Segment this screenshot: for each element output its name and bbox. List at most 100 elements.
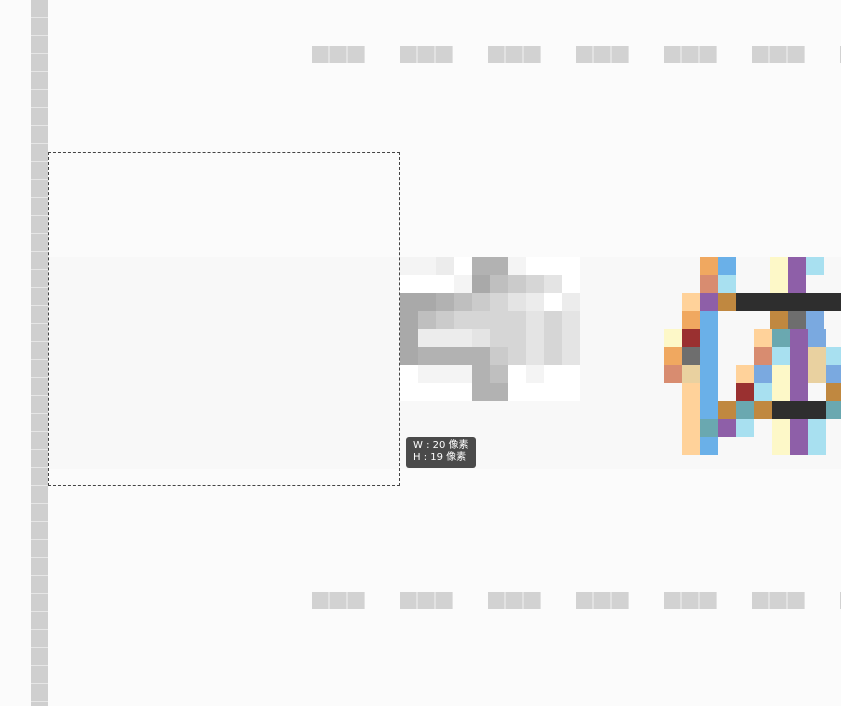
gray-pixel xyxy=(472,257,490,275)
color-pixel xyxy=(754,329,772,347)
color-pixel xyxy=(808,293,826,311)
color-pixel xyxy=(772,419,790,437)
gray-pixel xyxy=(436,329,454,347)
gray-pixel xyxy=(436,293,454,311)
color-pixel xyxy=(736,419,754,437)
color-pixel xyxy=(788,257,806,275)
gray-pixel xyxy=(472,365,490,383)
color-pixel xyxy=(700,437,718,455)
gray-pixel xyxy=(490,257,508,275)
color-pixel xyxy=(754,293,772,311)
gray-pixel xyxy=(562,293,580,311)
color-pixel xyxy=(682,419,700,437)
color-pixel xyxy=(788,275,806,293)
color-pixel xyxy=(790,329,808,347)
color-pixel xyxy=(826,365,841,383)
gray-pixel xyxy=(472,329,490,347)
gray-pixel xyxy=(544,311,562,329)
color-pixel xyxy=(808,329,826,347)
gray-pixel xyxy=(526,329,544,347)
gray-pixel xyxy=(400,365,418,383)
gray-pixel xyxy=(508,311,526,329)
gray-pixel xyxy=(490,329,508,347)
color-pixel xyxy=(772,383,790,401)
color-pixel xyxy=(700,329,718,347)
color-pixel xyxy=(718,257,736,275)
gray-pixel xyxy=(544,383,562,401)
gray-pixel xyxy=(418,329,436,347)
gray-pixel xyxy=(454,383,472,401)
color-pixel xyxy=(808,437,826,455)
color-pixel xyxy=(736,401,754,419)
gray-pixel xyxy=(490,347,508,365)
gray-pixel xyxy=(562,365,580,383)
gray-pixel xyxy=(544,347,562,365)
gray-pixel xyxy=(526,347,544,365)
gray-pixel xyxy=(472,311,490,329)
color-pixel xyxy=(772,365,790,383)
color-pixel xyxy=(736,383,754,401)
gray-pixel xyxy=(418,365,436,383)
gray-pixel xyxy=(436,311,454,329)
gray-pixel xyxy=(400,347,418,365)
color-pixel xyxy=(664,365,682,383)
color-pixel xyxy=(700,293,718,311)
color-pixel xyxy=(682,293,700,311)
gray-pixel xyxy=(454,257,472,275)
color-pixel xyxy=(770,311,788,329)
color-pixel xyxy=(826,383,841,401)
gray-pixel xyxy=(526,383,544,401)
color-pixel xyxy=(736,293,754,311)
color-pixel xyxy=(754,365,772,383)
color-pixel xyxy=(790,437,808,455)
gray-pixel xyxy=(508,293,526,311)
color-pixel xyxy=(790,365,808,383)
color-pixel xyxy=(700,401,718,419)
color-pixel xyxy=(788,311,806,329)
gray-pixel xyxy=(454,311,472,329)
gray-pixel xyxy=(562,329,580,347)
gray-pixel xyxy=(418,293,436,311)
color-pixel xyxy=(770,257,788,275)
color-pixel xyxy=(718,275,736,293)
gray-pixel xyxy=(544,275,562,293)
gray-pixel xyxy=(472,293,490,311)
gray-pixel xyxy=(418,257,436,275)
color-pixel xyxy=(700,365,718,383)
gray-pixel xyxy=(454,329,472,347)
color-pixel xyxy=(718,419,736,437)
color-pixel xyxy=(826,347,841,365)
color-pixel xyxy=(682,401,700,419)
tooltip-height-text: H : 19 像素 xyxy=(413,452,467,463)
gray-pixel xyxy=(400,293,418,311)
color-pixel xyxy=(790,401,808,419)
gray-pixel xyxy=(544,329,562,347)
gray-pixel xyxy=(562,347,580,365)
color-pixel xyxy=(754,347,772,365)
color-pixel xyxy=(718,401,736,419)
gray-pixel xyxy=(436,257,454,275)
color-pixel xyxy=(682,365,700,383)
gray-pixel xyxy=(544,293,562,311)
gray-pixel xyxy=(472,383,490,401)
gray-pixel xyxy=(436,347,454,365)
gray-pixel xyxy=(454,365,472,383)
gray-pixel xyxy=(526,275,544,293)
gray-pixel xyxy=(526,257,544,275)
color-pixel xyxy=(772,329,790,347)
color-pixel xyxy=(682,383,700,401)
color-pixel xyxy=(700,419,718,437)
selection-size-tooltip: W : 20 像素 H : 19 像素 xyxy=(406,437,476,468)
gray-pixel xyxy=(418,311,436,329)
gray-pixel xyxy=(544,365,562,383)
gray-pixel xyxy=(508,329,526,347)
gray-pixel xyxy=(526,365,544,383)
gray-pixel xyxy=(400,329,418,347)
gray-pixel xyxy=(490,383,508,401)
gray-pixel xyxy=(472,347,490,365)
selection-marquee[interactable] xyxy=(48,152,400,486)
gray-pixel xyxy=(562,275,580,293)
color-pixel xyxy=(664,329,682,347)
gray-pixel xyxy=(454,275,472,293)
color-pixel xyxy=(790,383,808,401)
